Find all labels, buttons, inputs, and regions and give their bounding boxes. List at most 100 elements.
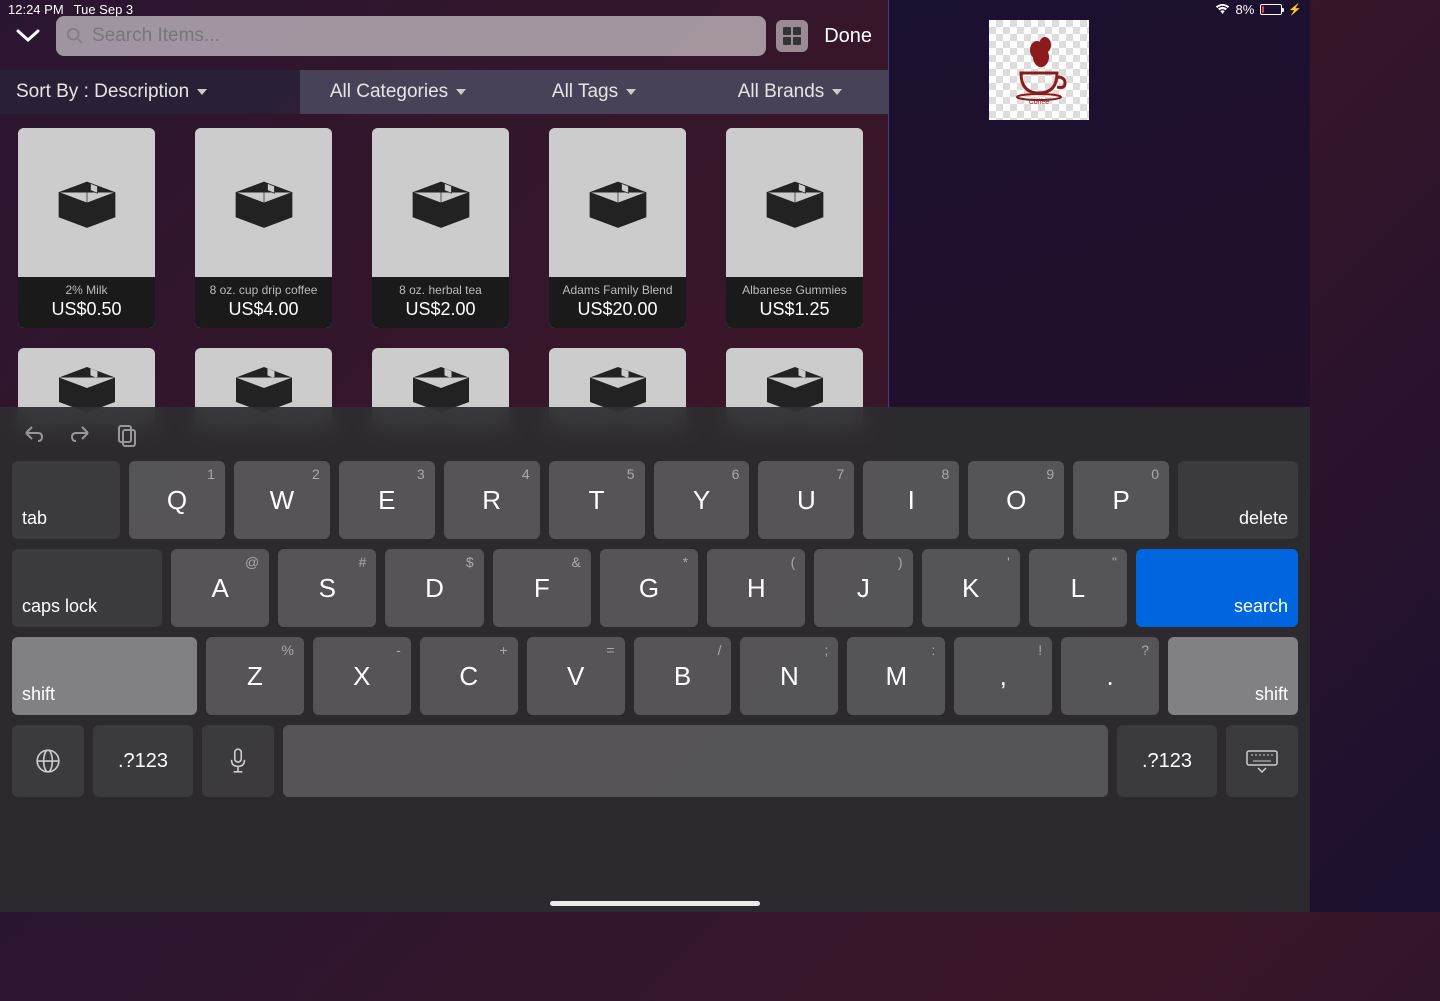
key-v[interactable]: =V	[527, 637, 625, 715]
on-screen-keyboard: tab1Q2W3E4R5T6Y7U8I9O0Pdelete caps lock@…	[0, 407, 1310, 912]
tags-label: All Tags	[552, 81, 618, 103]
product-name: 8 oz. cup drip coffee	[199, 283, 328, 297]
key-tab[interactable]: tab	[12, 461, 120, 539]
key-shift-right[interactable]: shift	[1168, 637, 1298, 715]
product-card[interactable]: Adams Family Blend US$20.00	[549, 128, 686, 328]
key-k[interactable]: 'K	[922, 549, 1020, 627]
key-shift-left[interactable]: shift	[12, 637, 197, 715]
keyboard-toolbar	[8, 415, 1302, 455]
product-image	[18, 128, 155, 277]
mic-icon	[227, 747, 249, 775]
product-image	[726, 128, 863, 277]
svg-text:Coffee: Coffee	[1029, 99, 1050, 105]
key-hide-keyboard[interactable]	[1226, 725, 1298, 797]
key-m[interactable]: :M	[847, 637, 945, 715]
key-,[interactable]: !,	[954, 637, 1052, 715]
key-i[interactable]: 8I	[863, 461, 959, 539]
key-search[interactable]: search	[1136, 549, 1298, 627]
grid-icon	[783, 27, 801, 45]
key-g[interactable]: *G	[600, 549, 698, 627]
key-f[interactable]: &F	[493, 549, 591, 627]
product-name: 8 oz. herbal tea	[376, 283, 505, 297]
tags-dropdown[interactable]: All Tags	[496, 70, 692, 114]
product-image	[372, 128, 509, 277]
key-s[interactable]: #S	[278, 549, 376, 627]
key-numbers-right[interactable]: .?123	[1117, 725, 1217, 797]
categories-dropdown[interactable]: All Categories	[300, 70, 496, 114]
key-z[interactable]: %Z	[206, 637, 304, 715]
status-bar: 12:24 PM Tue Sep 3 8% ⚡	[0, 0, 1310, 18]
chevron-down-icon	[456, 89, 466, 95]
product-price: US$4.00	[199, 299, 328, 320]
key-space[interactable]	[283, 725, 1108, 797]
product-card[interactable]: Albanese Gummies US$1.25	[726, 128, 863, 328]
product-card[interactable]: 8 oz. herbal tea US$2.00	[372, 128, 509, 328]
product-price: US$2.00	[376, 299, 505, 320]
key-b[interactable]: /B	[634, 637, 732, 715]
charging-icon: ⚡	[1288, 3, 1302, 16]
chevron-down-icon	[626, 89, 636, 95]
key-dictation[interactable]	[202, 725, 274, 797]
key-n[interactable]: ;N	[740, 637, 838, 715]
grid-view-button[interactable]	[776, 20, 808, 52]
product-name: Albanese Gummies	[730, 283, 859, 297]
brand-logo: Coffee	[989, 20, 1089, 120]
key-j[interactable]: )J	[814, 549, 912, 627]
hide-keyboard-icon	[1245, 749, 1279, 773]
product-price: US$20.00	[553, 299, 682, 320]
key-x[interactable]: -X	[313, 637, 411, 715]
key-o[interactable]: 9O	[968, 461, 1064, 539]
sort-label: Sort By : Description	[16, 81, 189, 103]
product-image	[195, 128, 332, 277]
key-globe[interactable]	[12, 725, 84, 797]
filter-bar: Sort By : Description All Categories All…	[0, 70, 888, 114]
brands-label: All Brands	[738, 81, 825, 103]
key-r[interactable]: 4R	[444, 461, 540, 539]
product-price: US$1.25	[730, 299, 859, 320]
key-.[interactable]: ?.	[1061, 637, 1159, 715]
undo-icon[interactable]	[22, 423, 46, 447]
wifi-icon	[1215, 4, 1230, 15]
home-indicator[interactable]	[550, 901, 760, 906]
key-w[interactable]: 2W	[234, 461, 330, 539]
status-time: 12:24 PM	[8, 2, 64, 17]
key-a[interactable]: @A	[171, 549, 269, 627]
search-input[interactable]	[92, 25, 756, 47]
product-image	[549, 128, 686, 277]
product-name: Adams Family Blend	[553, 283, 682, 297]
chevron-down-icon	[832, 89, 842, 95]
key-delete[interactable]: delete	[1178, 461, 1298, 539]
done-button[interactable]: Done	[818, 25, 878, 48]
globe-icon	[35, 748, 61, 774]
key-capslock[interactable]: caps lock	[12, 549, 162, 627]
product-card[interactable]: 2% Milk US$0.50	[18, 128, 155, 328]
key-e[interactable]: 3E	[339, 461, 435, 539]
status-date: Tue Sep 3	[74, 2, 134, 17]
key-u[interactable]: 7U	[758, 461, 854, 539]
product-price: US$0.50	[22, 299, 151, 320]
search-box[interactable]	[56, 16, 766, 56]
collapse-button[interactable]	[10, 25, 46, 47]
key-y[interactable]: 6Y	[654, 461, 750, 539]
sort-dropdown[interactable]: Sort By : Description	[0, 70, 300, 114]
product-name: 2% Milk	[22, 283, 151, 297]
key-h[interactable]: (H	[707, 549, 805, 627]
key-c[interactable]: +C	[420, 637, 518, 715]
redo-icon[interactable]	[68, 423, 92, 447]
key-p[interactable]: 0P	[1073, 461, 1169, 539]
toolbar: Done	[0, 14, 888, 58]
chevron-down-icon	[197, 89, 207, 95]
coffee-logo-icon: Coffee	[1009, 35, 1069, 105]
brands-dropdown[interactable]: All Brands	[692, 70, 888, 114]
key-l[interactable]: "L	[1029, 549, 1127, 627]
search-icon	[66, 27, 84, 45]
key-numbers-left[interactable]: .?123	[93, 725, 193, 797]
product-card[interactable]: 8 oz. cup drip coffee US$4.00	[195, 128, 332, 328]
key-t[interactable]: 5T	[549, 461, 645, 539]
categories-label: All Categories	[330, 81, 448, 103]
key-d[interactable]: $D	[385, 549, 483, 627]
key-q[interactable]: 1Q	[129, 461, 225, 539]
battery-icon	[1260, 4, 1282, 15]
battery-percent: 8%	[1236, 2, 1255, 17]
clipboard-icon[interactable]	[114, 423, 138, 447]
